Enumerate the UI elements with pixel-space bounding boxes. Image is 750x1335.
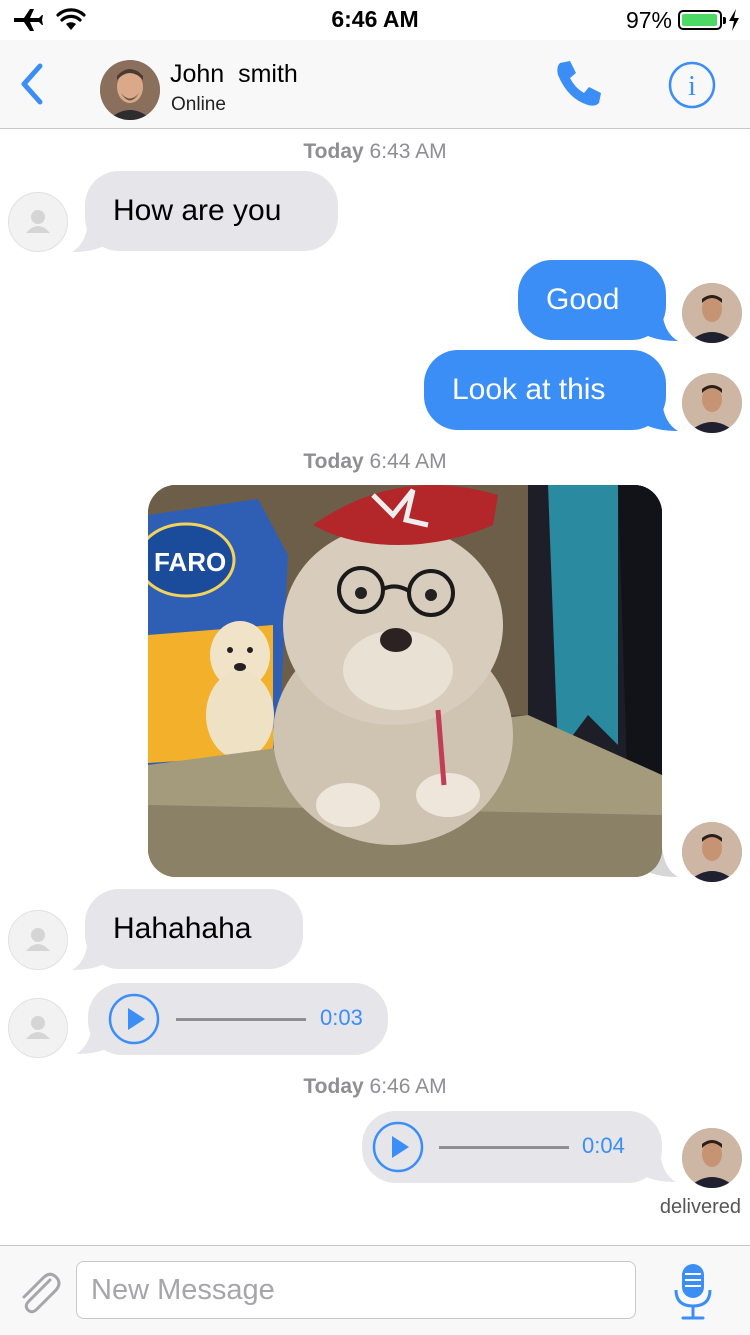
svg-text:i: i — [688, 71, 696, 102]
svg-text:FARO: FARO — [154, 547, 226, 577]
puppy-photo: FARO — [148, 485, 662, 877]
photo-message[interactable]: FARO — [148, 485, 662, 877]
timestamp-time: 6:43 AM — [369, 140, 447, 163]
contact-status: Online — [171, 94, 226, 115]
incoming-message[interactable]: How are you — [85, 171, 338, 251]
timestamp-day: Today — [303, 140, 364, 163]
person-icon — [26, 928, 50, 951]
user-photo — [682, 1128, 742, 1188]
person-icon — [26, 210, 50, 233]
outgoing-message[interactable]: Look at this — [424, 350, 666, 430]
timestamp: Today 6:44 AM — [0, 450, 750, 474]
my-avatar[interactable] — [682, 373, 742, 433]
sender-avatar-placeholder[interactable] — [8, 910, 68, 970]
status-bar: 6:46 AM 97% — [0, 0, 750, 40]
phone-icon[interactable] — [550, 55, 606, 111]
my-avatar[interactable] — [682, 822, 742, 882]
message-input[interactable] — [76, 1261, 636, 1319]
timestamp-day: Today — [303, 1075, 364, 1098]
audio-progress-track[interactable] — [439, 1146, 569, 1149]
back-chevron-icon[interactable] — [14, 60, 50, 108]
timestamp-time: 6:46 AM — [369, 1075, 447, 1098]
battery-percent: 97% — [625, 6, 672, 33]
incoming-message[interactable]: Hahahaha — [85, 889, 303, 969]
audio-progress-track[interactable] — [176, 1018, 306, 1021]
outgoing-message[interactable]: Good — [518, 260, 666, 340]
play-icon[interactable] — [372, 1121, 424, 1173]
user-photo — [682, 373, 742, 433]
delivery-status: delivered — [659, 1196, 741, 1218]
timestamp: Today 6:46 AM — [0, 1075, 750, 1099]
battery-icon — [678, 10, 726, 30]
contact-photo — [100, 60, 160, 120]
paperclip-icon[interactable] — [14, 1268, 64, 1318]
sender-avatar-placeholder[interactable] — [8, 998, 68, 1058]
sender-avatar-placeholder[interactable] — [8, 192, 68, 252]
outgoing-audio-message: 0:04 — [362, 1111, 662, 1183]
audio-duration: 0:04 — [582, 1133, 625, 1158]
contact-name[interactable]: John smith — [170, 60, 298, 89]
microphone-icon[interactable] — [670, 1262, 716, 1322]
user-photo — [682, 822, 742, 882]
charging-icon — [729, 9, 739, 31]
battery-fill — [682, 14, 717, 26]
incoming-audio-message: 0:03 — [88, 983, 388, 1055]
timestamp: Today 6:43 AM — [0, 140, 750, 164]
status-right: 97% — [626, 6, 740, 34]
audio-duration: 0:03 — [320, 1005, 363, 1030]
timestamp-day: Today — [303, 450, 364, 473]
person-icon — [26, 1016, 50, 1039]
timestamp-time: 6:44 AM — [369, 450, 447, 473]
my-avatar[interactable] — [682, 1128, 742, 1188]
my-avatar[interactable] — [682, 283, 742, 343]
conversation-header: John smith Online i — [0, 40, 750, 129]
composer-bar — [0, 1245, 750, 1335]
contact-avatar[interactable] — [100, 60, 160, 120]
play-icon[interactable] — [108, 993, 160, 1045]
info-icon[interactable]: i — [667, 60, 717, 110]
user-photo — [682, 283, 742, 343]
